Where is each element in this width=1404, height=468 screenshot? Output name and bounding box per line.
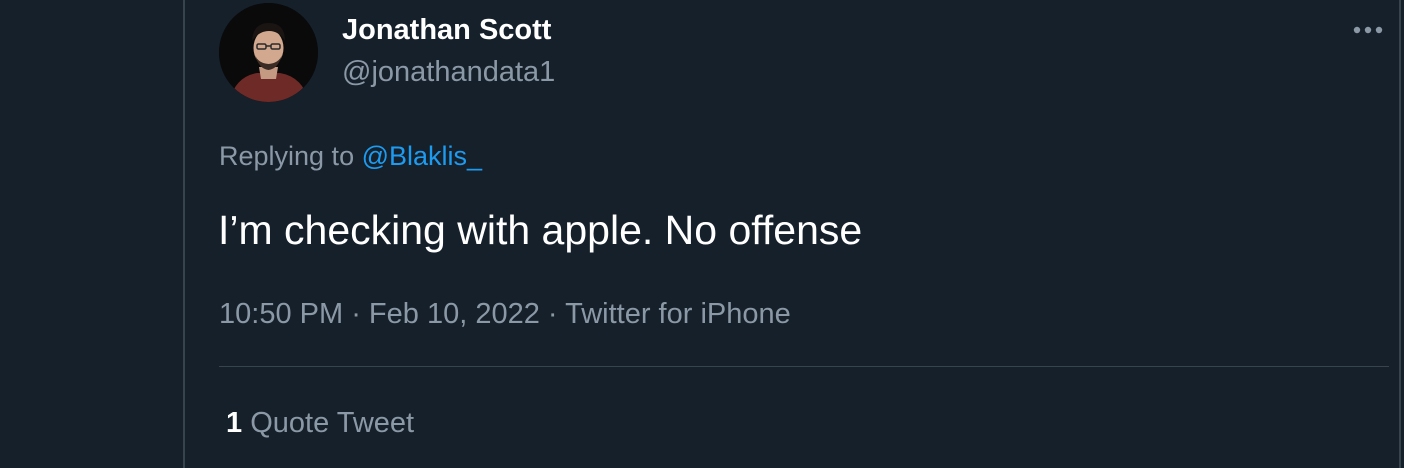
meta-separator: · [343,298,369,330]
tweet-text: I’m checking with apple. No offense [218,207,863,253]
divider [219,366,1389,367]
quote-tweets-link[interactable]: 1 Quote Tweet [226,405,414,441]
avatar[interactable] [219,3,318,102]
author-display-name[interactable]: Jonathan Scott [342,12,551,48]
more-options-button[interactable] [1350,12,1386,48]
meta-separator: · [539,298,566,330]
quote-tweet-label: Quote Tweet [242,407,415,439]
tweet-detail-page: Jonathan Scott @jonathandata1 Replying t… [0,0,1404,468]
author-handle[interactable]: @jonathandata1 [342,54,555,90]
avatar-image [219,3,318,102]
tweet-date-link[interactable]: Feb 10, 2022 [369,298,540,330]
tweet-time-link[interactable]: 10:50 PM [219,298,343,330]
replying-to-label: Replying to [219,141,362,171]
tweet-source-link[interactable]: Twitter for iPhone [565,298,791,330]
quote-tweet-count: 1 [226,407,243,439]
more-horizontal-icon [1353,26,1383,34]
column-left-border [183,0,185,468]
replying-to-mention-link[interactable]: @Blaklis_ [362,141,482,171]
replying-to-line: Replying to @Blaklis_ [219,139,482,173]
column-right-border [1399,0,1401,468]
tweet-metadata: 10:50 PM · Feb 10, 2022 · Twitter for iP… [219,296,791,332]
